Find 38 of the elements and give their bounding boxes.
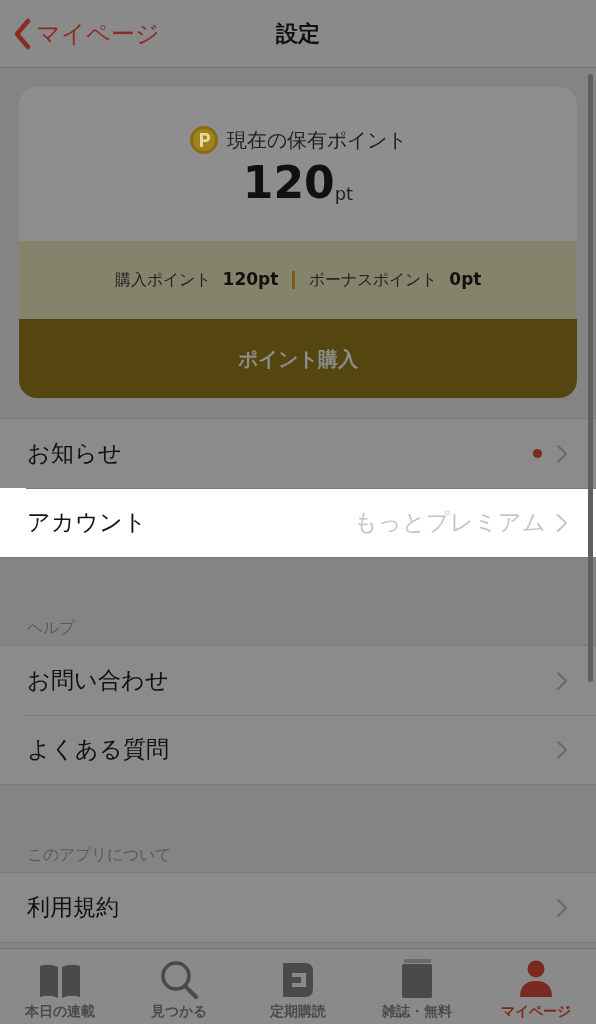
bonus-points-value: 0pt xyxy=(449,268,482,292)
chevron-left-icon xyxy=(12,18,32,50)
settings-row[interactable]: 利用規約 xyxy=(0,873,596,942)
bonus-points-label: ボーナスポイント xyxy=(309,269,438,291)
points-caption: 現在の保有ポイント xyxy=(227,127,407,154)
back-button[interactable]: マイページ xyxy=(12,16,160,52)
letter-tile-icon xyxy=(281,961,315,999)
search-icon xyxy=(158,959,199,999)
tab-bar-item[interactable]: 雑誌・無料 xyxy=(357,949,477,1024)
points-unit: pt xyxy=(334,182,354,206)
row-label: 利用規約 xyxy=(27,893,120,923)
point-coin-icon xyxy=(189,125,219,155)
chevron-right-icon xyxy=(556,739,568,760)
settings-row[interactable]: よくある質問 xyxy=(0,715,596,784)
row-label: お知らせ xyxy=(27,439,123,469)
tab-bar-item[interactable]: 見つかる xyxy=(119,949,239,1024)
closed-book-icon xyxy=(401,959,434,999)
tab-bar-item[interactable]: マイページ xyxy=(476,949,596,1024)
tab-bar-item[interactable]: 定期購読 xyxy=(238,949,358,1024)
buy-points-button[interactable]: ポイント購入 xyxy=(19,319,577,398)
row-label: お問い合わせ xyxy=(27,666,170,696)
purchased-points-label: 購入ポイント xyxy=(114,269,211,291)
person-icon xyxy=(519,959,554,999)
points-total: 120 xyxy=(242,157,335,209)
page-title: 設定 xyxy=(276,20,320,48)
chevron-right-icon xyxy=(556,670,568,691)
chevron-right-icon xyxy=(556,897,568,918)
chevron-right-icon xyxy=(556,443,568,464)
settings-row[interactable]: お知らせ xyxy=(0,419,596,488)
chevron-right-icon xyxy=(556,512,568,533)
purchased-points-value: 120pt xyxy=(222,268,279,292)
tab-bar-item[interactable]: 本日の連載 xyxy=(0,949,120,1024)
row-value: もっとプレミアム xyxy=(354,508,546,538)
row-label: よくある質問 xyxy=(27,735,170,765)
settings-row[interactable]: お問い合わせ xyxy=(0,646,596,715)
open-book-icon xyxy=(37,963,82,999)
row-label: アカウント xyxy=(27,508,148,538)
settings-row[interactable]: アカウント もっとプレミアム xyxy=(0,488,596,557)
